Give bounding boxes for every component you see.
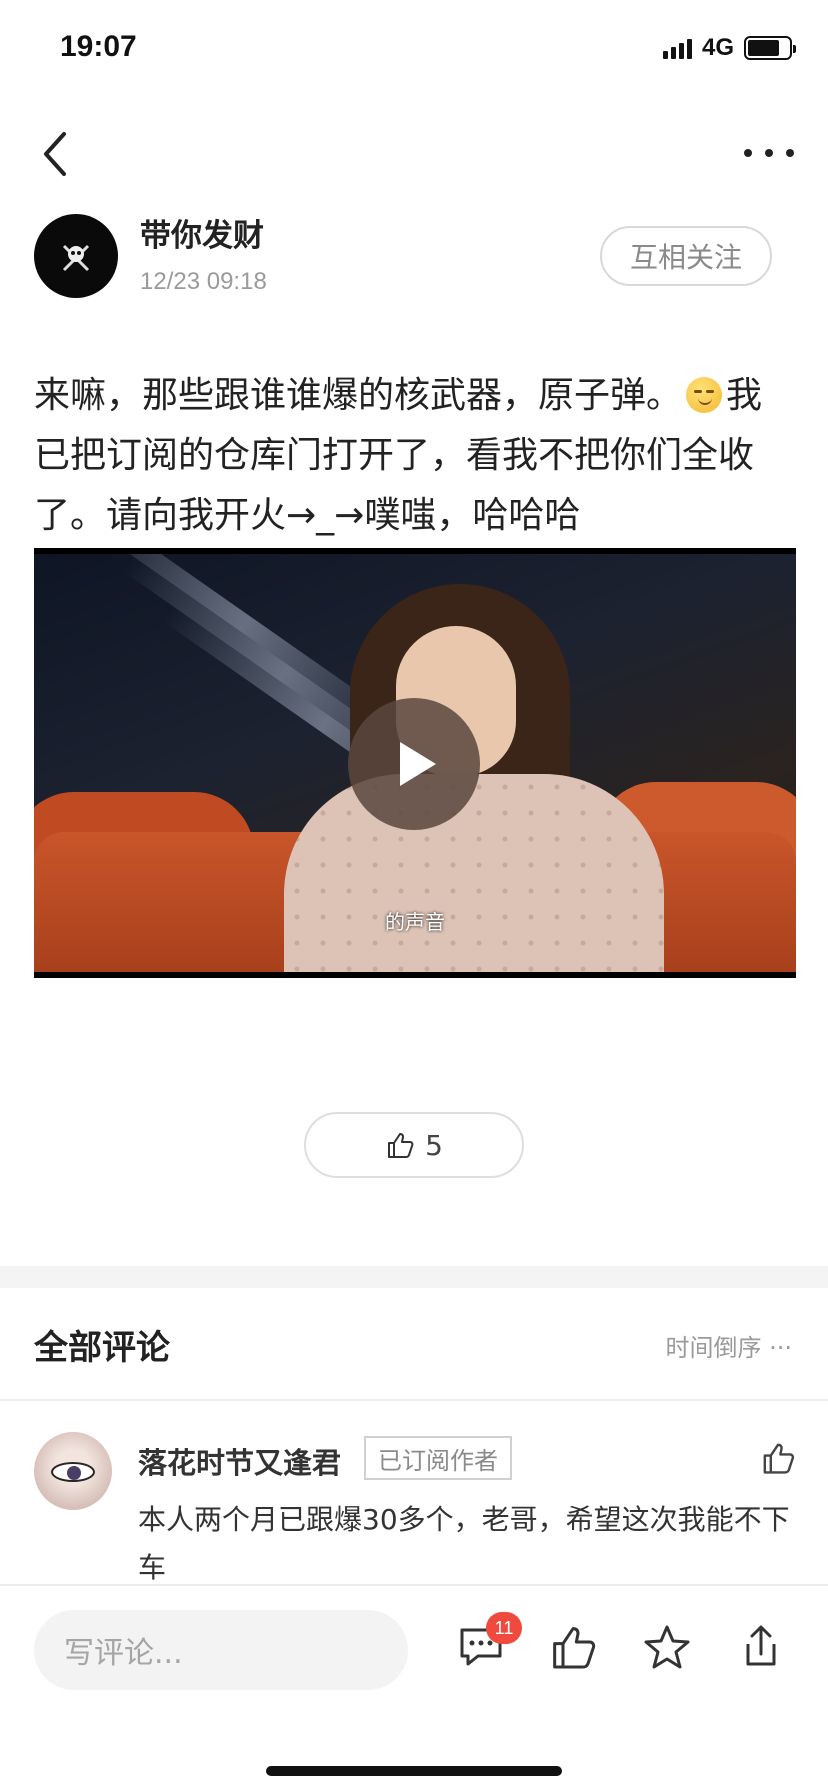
comments-divider [0, 1399, 828, 1401]
home-indicator[interactable] [266, 1766, 562, 1776]
play-button[interactable] [348, 698, 480, 830]
skull-icon [62, 244, 90, 272]
like-count: 5 [425, 1128, 443, 1162]
signal-icon [662, 37, 692, 59]
comment-text: 本人两个月已跟爆30多个，老哥，希望这次我能不下车 [138, 1503, 790, 1584]
bottom-action-bar: 写评论... 11 [0, 1584, 828, 1792]
post-text: 来嘛，那些跟谁谁爆的核武器，原子弹。 我已把订阅的仓库门打开了，看我不把你们全收了… [34, 366, 796, 546]
star-icon[interactable] [642, 1622, 692, 1672]
follow-button[interactable]: 互相关注 [600, 226, 772, 286]
network-label: 4G [701, 34, 734, 61]
comment-count-badge: 11 [486, 1612, 522, 1644]
post-text-part1: 来嘛，那些跟谁谁爆的核武器，原子弹。 [34, 375, 683, 416]
commenter-avatar[interactable] [34, 1432, 112, 1510]
author-name[interactable]: 带你发财 [140, 210, 264, 255]
status-time: 19:07 [60, 30, 137, 63]
comment-input[interactable]: 写评论... [34, 1610, 408, 1690]
comment-like-icon[interactable] [760, 1440, 796, 1476]
play-icon [400, 742, 436, 786]
commenter-name[interactable]: 落花时节又逢君 [138, 1440, 341, 1482]
thumbs-up-icon [388, 1133, 414, 1158]
smirk-emoji-icon [686, 377, 723, 413]
share-icon[interactable] [736, 1622, 786, 1672]
thumbs-up-icon[interactable] [548, 1622, 598, 1672]
comments-title: 全部评论 [34, 1328, 170, 1368]
back-icon[interactable] [36, 126, 76, 182]
status-icons: 4G [662, 34, 796, 62]
video-player[interactable]: 的声音 [34, 548, 796, 978]
status-bar: 19:07 4G [0, 0, 828, 100]
author-avatar[interactable] [34, 214, 118, 298]
like-button[interactable]: 5 [304, 1112, 524, 1178]
battery-icon [744, 36, 796, 60]
section-divider [0, 1266, 828, 1288]
sort-button[interactable]: 时间倒序 ··· [665, 1328, 792, 1363]
more-icon[interactable] [744, 138, 794, 168]
post-time: 12/23 09:18 [140, 268, 267, 295]
video-subtitle: 的声音 [385, 910, 445, 934]
subscriber-badge: 已订阅作者 [364, 1436, 512, 1480]
